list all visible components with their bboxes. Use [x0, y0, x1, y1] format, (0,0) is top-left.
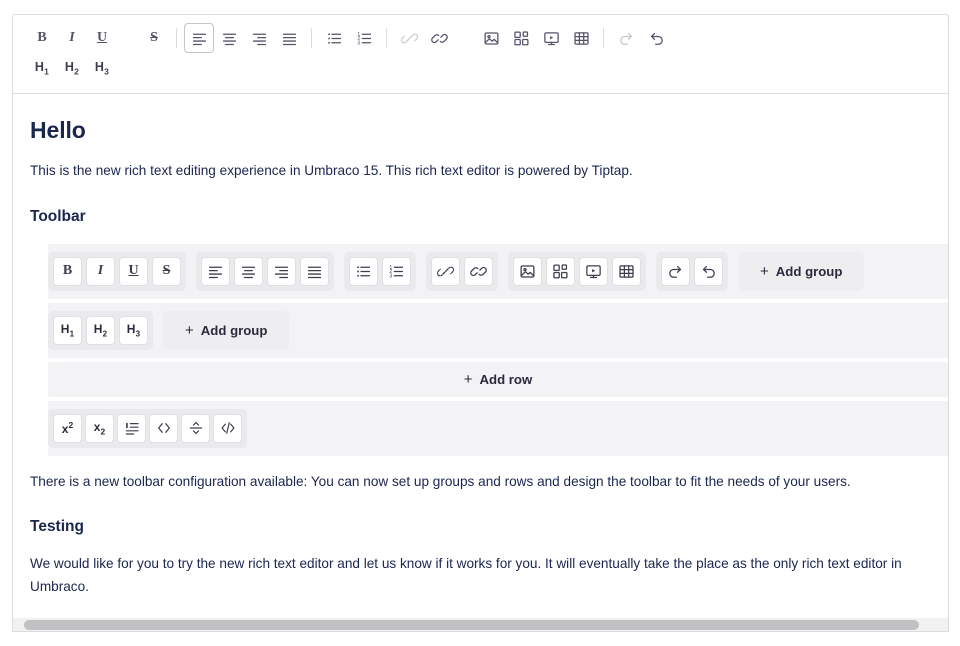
config-group-formatting[interactable]: BIUS — [48, 252, 186, 291]
config-redo-button[interactable] — [661, 257, 690, 286]
plus-icon: + — [185, 323, 194, 338]
testing-paragraph: We would like for you to try the new ric… — [30, 552, 931, 600]
toolbar-config-row-1: BIUS 123 + Add group — [48, 244, 948, 299]
editor-content[interactable]: Hello This is the new rich text editing … — [13, 94, 948, 621]
main-toolbar-row-2: H1H2H3 — [27, 53, 934, 83]
config-embed-button[interactable] — [579, 257, 608, 286]
config-subscript-button[interactable]: x2 — [85, 414, 114, 443]
main-toolbar: BIUS 123 H1H2H3 — [13, 15, 948, 94]
config-align-left-button[interactable] — [201, 257, 230, 286]
config-undo-button[interactable] — [694, 257, 723, 286]
config-code-inline-button[interactable] — [149, 414, 178, 443]
config-unlink-button[interactable] — [431, 257, 460, 286]
main-toolbar-row-1: BIUS 123 — [27, 23, 934, 53]
config-horizontal-rule-button[interactable] — [181, 414, 210, 443]
horizontal-scrollbar-thumb[interactable] — [24, 620, 919, 630]
config-italic-button[interactable]: I — [86, 257, 115, 286]
config-group-alignment[interactable] — [196, 252, 334, 291]
toolbar-separator — [176, 28, 177, 48]
testing-section-heading: Testing — [30, 517, 931, 537]
config-align-center-button[interactable] — [234, 257, 263, 286]
config-heading-1-button[interactable]: H1 — [53, 316, 82, 345]
heading-2-button[interactable]: H2 — [57, 53, 87, 83]
config-group-links[interactable] — [426, 252, 498, 291]
config-group-advanced[interactable]: x2x2 — [48, 409, 247, 448]
config-image-button[interactable] — [513, 257, 542, 286]
toolbar-config-row-2: H1H2H3 + Add group — [48, 303, 948, 358]
bold-button[interactable]: B — [27, 23, 57, 53]
config-group-history[interactable] — [656, 252, 728, 291]
config-heading-3-button[interactable]: H3 — [119, 316, 148, 345]
redo-button[interactable] — [611, 23, 641, 53]
config-bullet-list-button[interactable] — [349, 257, 378, 286]
strikethrough-button[interactable]: S — [139, 23, 169, 53]
toolbar-section-heading: Toolbar — [30, 207, 931, 227]
config-block-picker-button[interactable] — [546, 257, 575, 286]
config-link-button[interactable] — [464, 257, 493, 286]
italic-button[interactable]: I — [57, 23, 87, 53]
undo-button[interactable] — [641, 23, 671, 53]
add-group-button[interactable]: + Add group — [163, 311, 289, 350]
config-align-right-button[interactable] — [267, 257, 296, 286]
rich-text-editor-panel: BIUS123 H1H2H3 Hello This is the new ric… — [12, 14, 949, 622]
underline-button[interactable]: U — [87, 23, 117, 53]
toolbar-config-row-line: H1H2H3 + Add group — [48, 311, 948, 350]
toolbar-description-paragraph: There is a new toolbar configuration ava… — [30, 470, 931, 494]
config-table-button[interactable] — [612, 257, 641, 286]
horizontal-scrollbar-track[interactable] — [12, 618, 949, 632]
table-button[interactable] — [566, 23, 596, 53]
config-group-media[interactable] — [508, 252, 646, 291]
config-ordered-list-button[interactable]: 123 — [382, 257, 411, 286]
add-group-button[interactable]: + Add group — [738, 252, 864, 291]
plus-icon: + — [464, 372, 473, 387]
intro-paragraph: This is the new rich text editing experi… — [30, 159, 931, 183]
toolbar-config-row-line: x2x2 — [48, 409, 948, 448]
align-justify-button[interactable] — [274, 23, 304, 53]
unlink-button[interactable] — [394, 23, 424, 53]
config-strikethrough-button[interactable]: S — [152, 257, 181, 286]
heading-1-button[interactable]: H1 — [27, 53, 57, 83]
align-center-button[interactable] — [214, 23, 244, 53]
heading-3-button[interactable]: H3 — [87, 53, 117, 83]
ordered-list-button[interactable]: 123 — [349, 23, 379, 53]
toolbar-separator — [386, 28, 387, 48]
add-row-label: Add row — [480, 372, 533, 387]
toolbar-config-row-3: x2x2 — [48, 401, 948, 456]
toolbar-configurator: BIUS 123 + Add group H1H2H3 + Add group + Add ro… — [48, 244, 948, 456]
config-group-lists[interactable]: 123 — [344, 252, 416, 291]
add-group-label: Add group — [776, 264, 843, 279]
link-button[interactable] — [424, 23, 454, 53]
image-button[interactable] — [476, 23, 506, 53]
toolbar-separator — [311, 28, 312, 48]
svg-text:3: 3 — [357, 40, 360, 46]
page-title: Hello — [30, 116, 931, 145]
add-group-label: Add group — [201, 323, 268, 338]
config-bold-button[interactable]: B — [53, 257, 82, 286]
config-group-headings[interactable]: H1H2H3 — [48, 311, 153, 350]
config-blockquote-button[interactable] — [117, 414, 146, 443]
toolbar-config-row-line: BIUS 123 + Add group — [48, 252, 948, 291]
bullet-list-button[interactable] — [319, 23, 349, 53]
config-align-justify-button[interactable] — [300, 257, 329, 286]
toolbar-separator — [603, 28, 604, 48]
embed-button[interactable] — [536, 23, 566, 53]
block-picker-button[interactable] — [506, 23, 536, 53]
add-row-button[interactable]: + Add row — [48, 362, 948, 397]
config-superscript-button[interactable]: x2 — [53, 414, 82, 443]
config-heading-2-button[interactable]: H2 — [86, 316, 115, 345]
align-right-button[interactable] — [244, 23, 274, 53]
align-left-button[interactable] — [184, 23, 214, 53]
config-underline-button[interactable]: U — [119, 257, 148, 286]
plus-icon: + — [760, 264, 769, 279]
config-code-block-button[interactable] — [213, 414, 242, 443]
svg-text:3: 3 — [389, 273, 392, 279]
